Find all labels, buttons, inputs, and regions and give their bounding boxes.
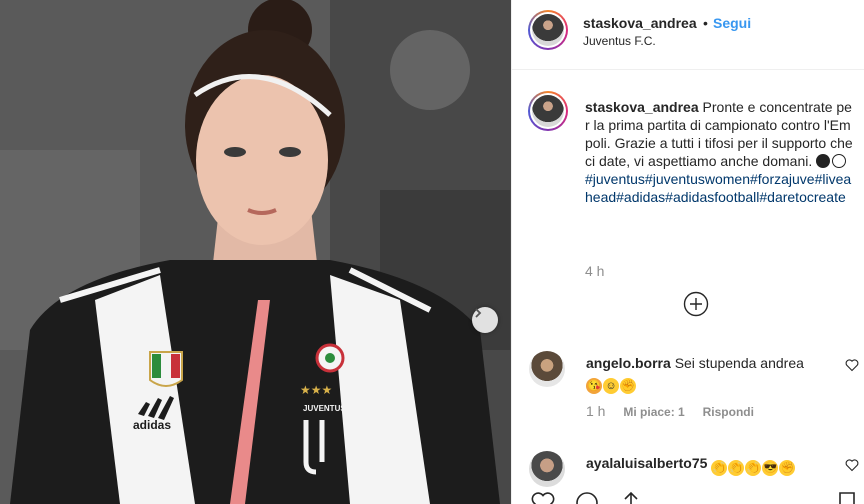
follow-button[interactable]: Segui <box>713 15 751 31</box>
caption-avatar[interactable] <box>528 91 568 131</box>
share-icon[interactable] <box>618 490 644 504</box>
caption-hashtags[interactable]: #juventus#juventuswomen#forzajuve#liveah… <box>585 171 851 205</box>
commenter-username[interactable]: ayalaluisalberto75 <box>586 455 707 471</box>
comment-text: Sei stupenda andrea <box>674 355 804 371</box>
caption-timestamp[interactable]: 4 h <box>585 263 604 279</box>
comment-timestamp[interactable]: 1 h <box>586 403 605 419</box>
muscle-emoji: ✊ <box>779 460 796 476</box>
svg-text:★★★: ★★★ <box>300 383 332 397</box>
post-action-bar <box>512 488 864 504</box>
smile-emoji: ☺ <box>603 378 619 394</box>
caption-username[interactable]: staskova_andrea <box>585 99 699 115</box>
photo-illustration: ★★★ <box>0 0 511 504</box>
white-circle-emoji <box>832 154 847 168</box>
comment-text-block: ayalaluisalberto75 👏 👏 👏 😎 ✊ <box>586 454 831 476</box>
post-photo[interactable]: ★★★ JUVENTUS adidas <box>0 0 511 504</box>
commenter-avatar[interactable] <box>529 351 565 387</box>
black-circle-emoji <box>816 154 831 168</box>
clap-emoji: 👏 <box>728 460 745 476</box>
author-username[interactable]: staskova_andrea <box>583 15 697 31</box>
commenter-avatar[interactable] <box>529 451 565 487</box>
comment-text-block: angelo.borra Sei stupenda andrea 😘 ☺ ✊ <box>586 354 831 394</box>
load-more-comments-button[interactable] <box>683 291 709 317</box>
chevron-right-icon <box>475 308 482 318</box>
reply-button[interactable]: Rispondi <box>703 405 754 419</box>
comment-likes-count[interactable]: Mi piace: 1 <box>623 405 684 419</box>
post-details-panel: staskova_andrea • Segui Juventus F.C. st… <box>511 0 864 504</box>
post-header: staskova_andrea • Segui Juventus F.C. <box>512 0 864 70</box>
muscle-emoji: ✊ <box>620 378 636 394</box>
clap-emoji: 👏 <box>711 460 728 476</box>
caption-text-block: staskova_andrea Pronte e concentrate per… <box>585 98 855 206</box>
clap-emoji: 👏 <box>745 460 762 476</box>
sponsor-logo-text: adidas <box>133 418 172 432</box>
heart-icon[interactable] <box>845 358 859 372</box>
comment-bubble-icon[interactable] <box>574 490 600 504</box>
plus-circle-icon <box>683 291 709 317</box>
like-heart-icon[interactable] <box>530 490 556 504</box>
heart-icon[interactable] <box>845 458 859 472</box>
kit-brand-text: JUVENTUS <box>303 404 346 413</box>
author-avatar[interactable] <box>528 10 568 50</box>
comment-meta: 1 h Mi piace: 1 Rispondi <box>586 403 754 419</box>
kiss-emoji: 😘 <box>586 378 602 394</box>
next-photo-button[interactable] <box>472 307 498 333</box>
post-location[interactable]: Juventus F.C. <box>583 34 656 48</box>
header-separator: • <box>703 15 708 31</box>
commenter-username[interactable]: angelo.borra <box>586 355 671 371</box>
bookmark-icon[interactable] <box>834 490 860 504</box>
sunglasses-emoji: 😎 <box>762 460 779 476</box>
